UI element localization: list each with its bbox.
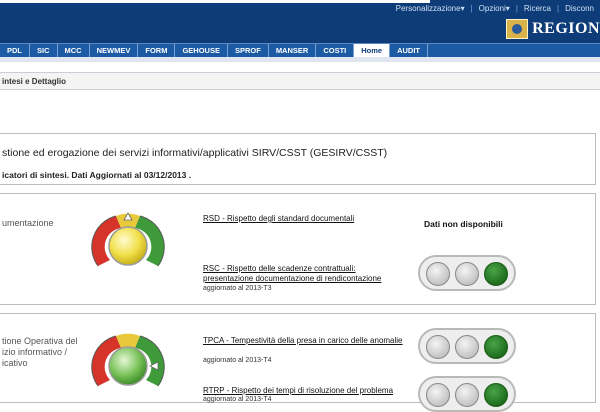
light-off-icon [455,383,479,407]
tab-mcc[interactable]: MCC [58,44,90,57]
update-note: icatori di sintesi. Dati Aggiornati al 0… [2,170,192,180]
disconnetti-link[interactable]: Disconn [559,4,600,13]
light-green-icon [484,262,508,286]
nav-subbar [0,57,600,62]
main-nav: PDL SIC MCC NEWMEV FORM GEHOUSE SPROF MA… [0,43,600,57]
gauge-icon [91,333,165,387]
indicator-link-rsc[interactable]: RSC - Rispetto delle scadenze contrattua… [203,264,403,284]
traffic-light [418,255,516,291]
header-strip [0,0,430,3]
indicator-panel-gestione-operativa: tione Operativa del izio informativo / i… [0,313,596,412]
tab-costi[interactable]: COSTI [316,44,355,57]
opzioni-menu[interactable]: Opzioni▾ [473,4,516,13]
indicator-updated: aggiornato al 2013-T3 [203,285,272,292]
indicator-link-tpca[interactable]: TPCA - Tempestività della presa in caric… [203,336,403,346]
region-logo: REGION [506,17,600,41]
ricerca-link[interactable]: Ricerca [518,4,557,13]
area-label-line: izio informativo / [2,347,68,357]
area-label-line: umentazione [2,218,54,228]
indicator-link-rsd[interactable]: RSD - Rispetto degli standard documental… [203,214,403,224]
area-label-line: icativo [2,358,28,368]
indicator-updated: aggiornato al 2013-T4 [203,357,272,364]
tab-pdl[interactable]: PDL [0,44,30,57]
top-header: Personalizzazione▾ | Opzioni▾ | Ricerca … [0,0,600,43]
light-green-icon [484,383,508,407]
light-green-icon [484,335,508,359]
light-off-icon [426,335,450,359]
light-off-icon [455,262,479,286]
breadcrumb: intesi e Dettaglio [0,72,600,90]
indicator-link-rtrp[interactable]: RTRP - Rispetto dei tempi di risoluzione… [203,386,403,396]
indicator-panel-documentazione: umentazione RSD - Rispetto degli standar… [0,193,596,305]
tab-manser[interactable]: MANSER [269,44,317,57]
tab-sprof[interactable]: SPROF [228,44,269,57]
area-label-line: tione Operativa del [2,336,78,346]
area-label: tione Operativa del izio informativo / i… [2,336,78,369]
light-off-icon [426,262,450,286]
tab-newmev[interactable]: NEWMEV [90,44,139,57]
traffic-light [418,376,516,412]
tab-gehouse[interactable]: GEHOUSE [175,44,228,57]
light-off-icon [426,383,450,407]
service-title: stione ed erogazione dei servizi informa… [2,147,388,159]
light-off-icon [455,335,479,359]
traffic-light [418,328,516,364]
tab-audit[interactable]: AUDIT [390,44,429,57]
gauge-icon [91,212,165,267]
service-info-box: stione ed erogazione dei servizi informa… [0,133,596,185]
personalizzazione-menu[interactable]: Personalizzazione▾ [390,4,471,13]
no-data-label: Dati non disponibili [424,219,503,229]
crest-icon [506,19,529,39]
tab-home[interactable]: Home [354,44,391,57]
tab-sic[interactable]: SIC [30,44,58,57]
area-label: umentazione [2,218,54,229]
top-links: Personalizzazione▾ | Opzioni▾ | Ricerca … [390,4,600,13]
region-label: REGION [532,20,600,37]
tab-form[interactable]: FORM [138,44,176,57]
